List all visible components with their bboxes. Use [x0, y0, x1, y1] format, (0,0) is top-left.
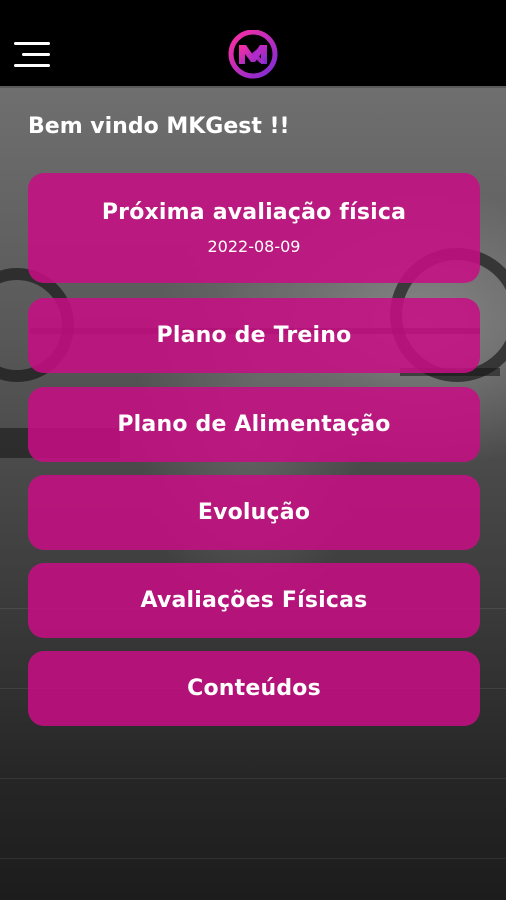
evolution-label: Evolução	[197, 500, 311, 525]
app-header	[0, 0, 506, 88]
contents-label: Conteúdos	[187, 676, 321, 701]
next-assessment-label: Próxima avaliação física	[101, 200, 407, 225]
evolution-button[interactable]: Evolução	[28, 475, 480, 550]
physical-assessments-label: Avaliações Físicas	[140, 588, 368, 613]
training-plan-label: Plano de Treino	[156, 323, 352, 348]
next-assessment-date: 2022-08-09	[207, 237, 301, 256]
next-assessment-card[interactable]: Próxima avaliação física 2022-08-09	[28, 173, 480, 283]
nutrition-plan-button[interactable]: Plano de Alimentação	[28, 387, 480, 462]
mk-logo-icon	[228, 30, 278, 79]
nutrition-plan-label: Plano de Alimentação	[117, 412, 391, 437]
welcome-message: Bem vindo MKGest !!	[28, 114, 290, 139]
contents-button[interactable]: Conteúdos	[28, 651, 480, 726]
hamburger-menu-icon[interactable]	[14, 42, 54, 72]
training-plan-button[interactable]: Plano de Treino	[28, 298, 480, 373]
physical-assessments-button[interactable]: Avaliações Físicas	[28, 563, 480, 638]
